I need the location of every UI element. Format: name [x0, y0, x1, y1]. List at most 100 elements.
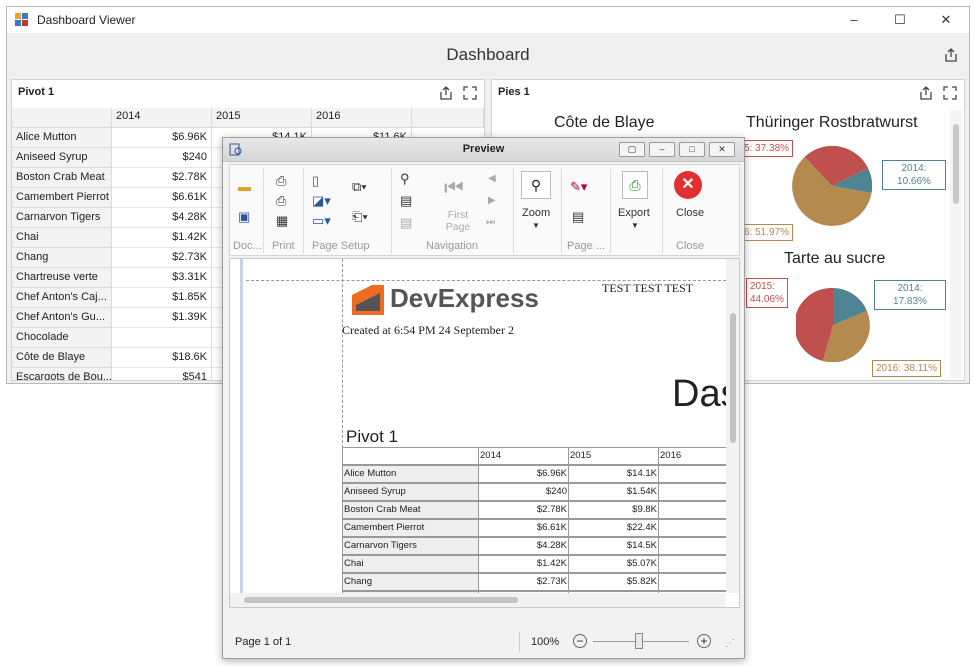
pivot-row-header[interactable]: Chef Anton's Gu...: [12, 308, 112, 328]
size-icon[interactable]: ▭▾: [312, 213, 331, 229]
zoom-out-icon[interactable]: −: [573, 634, 587, 648]
first-page-button: First Page: [445, 209, 471, 233]
scrollbar[interactable]: [950, 110, 962, 378]
page-edge: [240, 259, 243, 607]
ribbon-separator: [263, 169, 264, 253]
resize-grip-icon[interactable]: ⋰: [725, 638, 735, 649]
restore-icon[interactable]: ▢: [619, 142, 645, 157]
pivot-cell: $6.96K: [112, 128, 212, 148]
chevron-down-icon[interactable]: ▼: [532, 221, 540, 230]
doc-row-header: Camembert Pierrot: [342, 519, 479, 537]
pivot-row-header[interactable]: Côte de Blaye: [12, 348, 112, 368]
pivot-row-header[interactable]: Chef Anton's Caj...: [12, 288, 112, 308]
pivot-cell: $3.31K: [112, 268, 212, 288]
document-view[interactable]: DevExpress TEST TEST TEST Created at 6:5…: [229, 258, 740, 608]
export-icon[interactable]: [918, 85, 934, 104]
pivot-row-header[interactable]: Alice Mutton: [12, 128, 112, 148]
export-icon[interactable]: [943, 47, 959, 66]
pie-label: 2014: 10.66%: [882, 160, 946, 190]
ribbon-separator: [610, 169, 611, 253]
print-icon[interactable]: ⎙: [276, 173, 286, 189]
quick-print-icon[interactable]: ⎙: [276, 193, 286, 209]
pie-label: 2016: 38.11%: [872, 360, 941, 377]
bookmarks-icon[interactable]: ▤: [400, 193, 412, 209]
ribbon-separator: [662, 169, 663, 253]
zoom-level: 100%: [531, 636, 560, 648]
doc-row-header: Chang: [342, 573, 479, 591]
close-button[interactable]: ✕: [923, 7, 969, 33]
export-icon[interactable]: [438, 85, 454, 104]
pie-title: Côte de Blaye: [554, 114, 655, 131]
doc-cell: $1.54K: [568, 483, 659, 501]
pivot-col-header[interactable]: 2015: [212, 108, 312, 128]
ribbon-group-label: Page ...: [567, 240, 605, 252]
pivot-row-header[interactable]: Chocolade: [12, 328, 112, 348]
header-footer-icon[interactable]: ⎗▾: [352, 209, 368, 225]
minimize-button[interactable]: –: [831, 7, 877, 33]
ribbon: ▬ ▣ Doc... ⎙ ⎙ ▦ Print ▯ ◪▾ ▭▾ ⧉▾ ⎗▾ Pag…: [229, 164, 740, 256]
scrollbar-thumb[interactable]: [953, 124, 959, 204]
zoom-slider-thumb[interactable]: [635, 633, 643, 649]
scale-icon[interactable]: ⧉▾: [352, 179, 367, 195]
orientation-icon[interactable]: ◪▾: [312, 193, 331, 209]
minimize-icon[interactable]: –: [649, 142, 675, 157]
maximize-button[interactable]: ☐: [877, 7, 923, 33]
pivot-row-header[interactable]: Aniseed Syrup: [12, 148, 112, 168]
zoom-in-icon[interactable]: +: [697, 634, 711, 648]
pie-label-line: 10.66%: [897, 176, 931, 187]
find-icon[interactable]: ⚲: [400, 171, 410, 187]
pie-label-line: 2014:: [897, 283, 923, 294]
pivot-col-header[interactable]: 2016: [312, 108, 412, 128]
doc-cell: $6.61K: [478, 519, 569, 537]
zoom-button[interactable]: Zoom: [522, 207, 550, 219]
page-color-icon[interactable]: ✎▾: [570, 179, 587, 195]
devexpress-logo-icon: [352, 285, 384, 315]
pivot-row-header[interactable]: Camembert Pierrot: [12, 188, 112, 208]
doc-pivot-table: 2014 2015 2016 Alice Mutton $6.96K $14.1K A…: [342, 447, 739, 607]
maximize-icon[interactable]: [942, 85, 958, 104]
doc-row-header: Alice Mutton: [342, 465, 479, 483]
pie-chart[interactable]: [792, 146, 872, 226]
export-button[interactable]: Export: [618, 207, 650, 219]
watermark-icon[interactable]: ▤: [572, 209, 584, 225]
horizontal-scrollbar[interactable]: [230, 593, 726, 607]
pivot-col-header[interactable]: 2014: [112, 108, 212, 128]
pivot-row-header[interactable]: Escargots de Bou...: [12, 368, 112, 380]
pivot-row-header[interactable]: Chang: [12, 248, 112, 268]
pivot-header-filler: [412, 108, 484, 128]
ribbon-group-label: Print: [272, 240, 295, 252]
prev-page-icon: ◀: [488, 173, 496, 184]
scrollbar-thumb[interactable]: [730, 313, 736, 443]
export-icon[interactable]: ⎙: [622, 171, 648, 199]
pivot-row-header[interactable]: Chartreuse verte: [12, 268, 112, 288]
header-text: TEST TEST TEST: [602, 281, 694, 295]
save-icon[interactable]: ▣: [238, 209, 250, 225]
close-preview-button[interactable]: Close: [676, 207, 704, 219]
pivot-cell: $1.42K: [112, 228, 212, 248]
margins-icon[interactable]: ▯: [312, 173, 319, 189]
page-grid-icon[interactable]: ▦: [276, 213, 288, 229]
close-preview-icon[interactable]: ✕: [674, 171, 702, 199]
open-icon[interactable]: ▬: [238, 179, 251, 194]
maximize-icon[interactable]: [462, 85, 478, 104]
pivot-row-header[interactable]: Chai: [12, 228, 112, 248]
doc-row-header: Carnarvon Tigers: [342, 537, 479, 555]
zoom-icon[interactable]: ⚲: [521, 171, 551, 199]
maximize-icon[interactable]: □: [679, 142, 705, 157]
ribbon-separator: [391, 169, 392, 253]
pie-title: Thüringer Rostbratwurst: [746, 114, 918, 131]
pivot-corner: [12, 108, 112, 128]
pivot-row-header[interactable]: Boston Crab Meat: [12, 168, 112, 188]
pie-label: 5: 37.38%: [740, 140, 794, 157]
doc-cell: $14.1K: [568, 465, 659, 483]
pivot-cell: $2.78K: [112, 168, 212, 188]
pivot-row-header[interactable]: Carnarvon Tigers: [12, 208, 112, 228]
page-indicator: Page 1 of 1: [235, 636, 292, 648]
ribbon-separator: [303, 169, 304, 253]
vertical-scrollbar[interactable]: [726, 259, 739, 593]
pie-label-line: 17.83%: [893, 296, 927, 307]
close-icon[interactable]: ✕: [709, 142, 735, 157]
scrollbar-thumb[interactable]: [244, 597, 518, 603]
chevron-down-icon[interactable]: ▼: [631, 221, 639, 230]
pie-chart[interactable]: [796, 288, 870, 362]
